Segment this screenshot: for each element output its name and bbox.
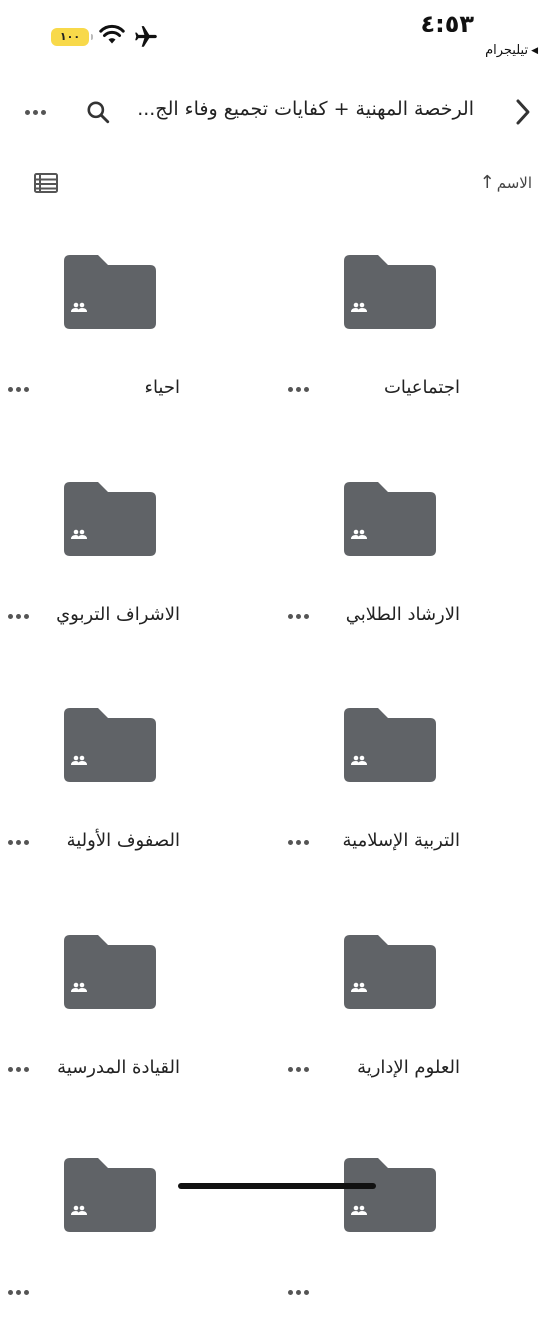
battery-indicator: ١٠٠	[51, 28, 93, 46]
page-title: الرخصة المهنية + كفايات تجميع وفاء الج..…	[139, 98, 474, 120]
status-time: ٤:٥٣	[420, 10, 474, 38]
folder-name: التربية الإسلامية	[342, 830, 460, 851]
folder-more-icon[interactable]	[8, 1290, 29, 1295]
folder-more-icon[interactable]	[288, 614, 309, 619]
shared-folder-icon	[344, 935, 436, 1009]
back-app-label: تيليجرام	[485, 43, 529, 58]
folder-more-icon[interactable]	[8, 840, 29, 845]
shared-folder-icon	[64, 1158, 156, 1232]
folder-item[interactable]: الصفوف الأولية	[0, 708, 260, 878]
folder-more-icon[interactable]	[288, 1290, 309, 1295]
folder-item[interactable]: القيادة المدرسية	[0, 935, 260, 1105]
folder-more-icon[interactable]	[8, 387, 29, 392]
sort-label: الاسم	[496, 173, 532, 192]
home-indicator[interactable]	[178, 1183, 376, 1189]
more-options-icon[interactable]	[25, 110, 46, 115]
folder-more-icon[interactable]	[8, 1067, 29, 1072]
back-to-app-link[interactable]: ◀ تيليجرام	[485, 43, 538, 58]
folder-more-icon[interactable]	[288, 840, 309, 845]
shared-folder-icon	[344, 708, 436, 782]
folder-more-icon[interactable]	[288, 1067, 309, 1072]
folder-more-icon[interactable]	[8, 614, 29, 619]
sort-by-name-button[interactable]: الاسم ↑	[480, 172, 532, 193]
folder-name: القيادة المدرسية	[57, 1057, 180, 1078]
folder-item[interactable]: التربية الإسلامية	[280, 708, 540, 878]
top-app-bar: الرخصة المهنية + كفايات تجميع وفاء الج..…	[0, 84, 554, 140]
sort-arrow-icon: ↑	[479, 172, 495, 193]
airplane-icon	[135, 26, 157, 47]
folder-item[interactable]: اجتماعيات	[280, 255, 540, 425]
folder-name: الصفوف الأولية	[66, 830, 180, 851]
folder-item[interactable]: احياء	[0, 255, 260, 425]
list-view-icon[interactable]	[34, 172, 58, 194]
folder-more-icon[interactable]	[288, 387, 309, 392]
shared-folder-icon	[344, 482, 436, 556]
search-icon[interactable]	[85, 99, 111, 125]
folder-name: الاشراف التربوي	[56, 604, 180, 625]
shared-folder-icon	[64, 935, 156, 1009]
folder-item[interactable]: الاشراف التربوي	[0, 482, 260, 652]
folder-name: العلوم الإدارية	[357, 1057, 460, 1078]
shared-folder-icon	[64, 708, 156, 782]
shared-folder-icon	[64, 255, 156, 329]
folder-item[interactable]: العلوم الإدارية	[280, 935, 540, 1105]
shared-folder-icon	[64, 482, 156, 556]
folder-item[interactable]: الارشاد الطلابي	[280, 482, 540, 652]
wifi-icon	[99, 24, 125, 44]
shared-folder-icon	[344, 255, 436, 329]
shared-folder-icon	[344, 1158, 436, 1232]
back-triangle-icon: ◀	[531, 45, 538, 56]
folder-name: اجتماعيات	[383, 377, 460, 398]
back-chevron-icon[interactable]	[512, 97, 534, 127]
folder-name: الارشاد الطلابي	[345, 604, 460, 625]
folder-name: احياء	[144, 377, 180, 398]
status-bar: ١٠٠ ٤:٥٣ ◀ تيليجرام	[0, 0, 554, 70]
